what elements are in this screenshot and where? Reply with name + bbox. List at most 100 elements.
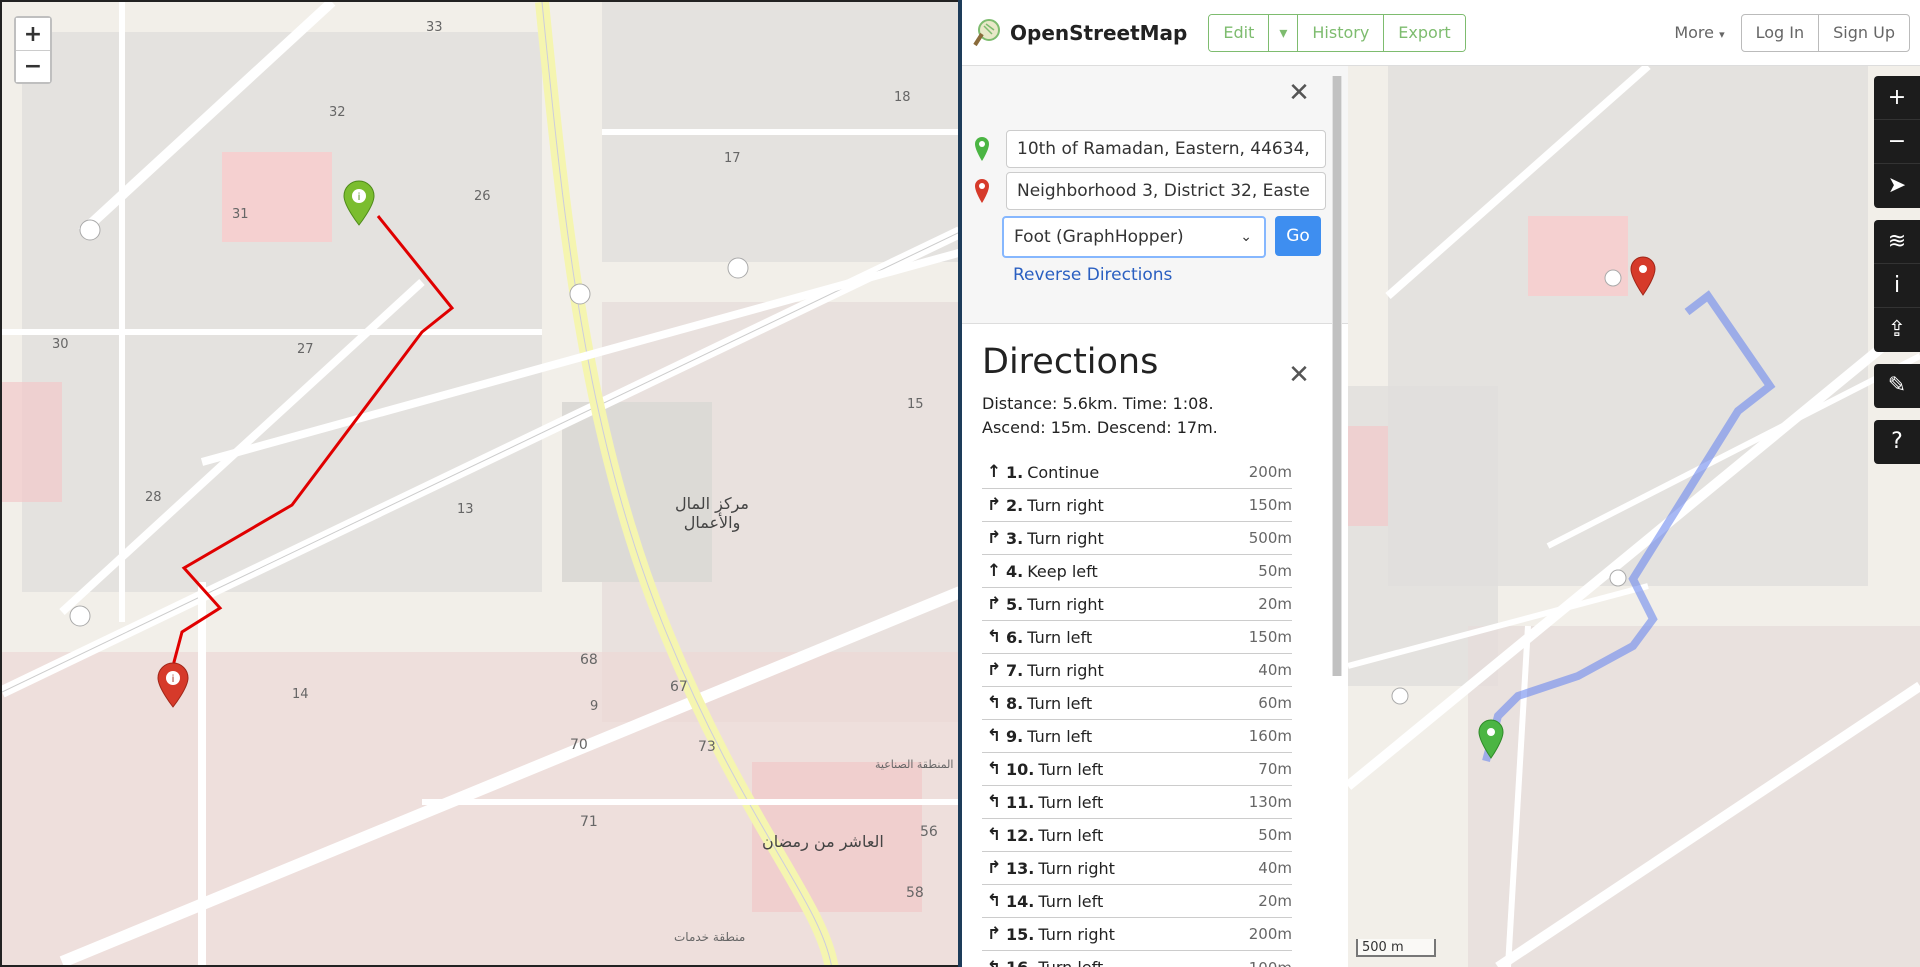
edit-dropdown-button[interactable]: ▾: [1269, 14, 1299, 51]
login-button[interactable]: Log In: [1742, 14, 1820, 51]
direction-step[interactable]: ↰ 12. Turn left 50m: [982, 819, 1292, 852]
turn-icon: ↰: [986, 825, 1002, 845]
step-number: 3.: [1006, 528, 1024, 548]
header: OpenStreetMap Edit ▾ History Export More…: [962, 0, 1920, 66]
district-number: 27: [297, 342, 314, 357]
direction-step[interactable]: ↑ 1. Continue 200m: [982, 456, 1292, 489]
zoom-in-button[interactable]: +: [16, 18, 50, 50]
route-to-input[interactable]: Neighborhood 3, District 32, Easte: [1006, 172, 1326, 210]
share-icon[interactable]: ⇪: [1874, 308, 1920, 352]
step-number: 7.: [1006, 660, 1024, 680]
step-number: 9.: [1006, 726, 1024, 746]
direction-step[interactable]: ↱ 15. Turn right 200m: [982, 918, 1292, 951]
export-button[interactable]: Export: [1384, 14, 1465, 51]
label-services-area: منطقة خدمات: [674, 930, 746, 944]
start-marker-icon[interactable]: i: [342, 180, 376, 226]
turn-icon: ↰: [986, 693, 1002, 713]
zoom-out-button[interactable]: −: [16, 50, 50, 82]
step-number: 4.: [1006, 561, 1024, 581]
turn-icon: ↰: [986, 891, 1002, 911]
direction-step[interactable]: ↰ 11. Turn left 130m: [982, 786, 1292, 819]
end-marker-icon[interactable]: i: [156, 662, 190, 708]
go-button[interactable]: Go: [1275, 216, 1321, 256]
district-number: 67: [670, 679, 688, 695]
osm-app: OpenStreetMap Edit ▾ History Export More…: [962, 0, 1920, 967]
auth-group: Log In Sign Up: [1740, 13, 1910, 52]
left-map-canvas[interactable]: [2, 2, 958, 967]
direction-step[interactable]: ↰ 9. Turn left 160m: [982, 720, 1292, 753]
end-pin-icon: [975, 179, 989, 203]
district-number: 9: [590, 699, 599, 714]
step-distance: 500m: [1248, 529, 1292, 547]
sidebar-scrollbar[interactable]: [1332, 76, 1342, 676]
step-distance: 200m: [1248, 925, 1292, 943]
left-map[interactable]: مركز المال والأعمال العاشر من رمضان منطق…: [0, 0, 958, 967]
turn-icon: ↱: [986, 924, 1002, 944]
start-marker-icon[interactable]: [1478, 719, 1504, 759]
close-directions-icon[interactable]: ✕: [1288, 362, 1310, 388]
direction-step[interactable]: ↰ 14. Turn left 20m: [982, 885, 1292, 918]
district-number: 68: [580, 652, 598, 668]
signup-button[interactable]: Sign Up: [1819, 15, 1909, 51]
step-distance: 40m: [1258, 661, 1292, 679]
step-distance: 150m: [1248, 496, 1292, 514]
step-number: 5.: [1006, 594, 1024, 614]
layers-icon[interactable]: ≋: [1874, 220, 1920, 264]
logo[interactable]: OpenStreetMap: [972, 18, 1187, 48]
legend-icon[interactable]: i: [1874, 264, 1920, 308]
edit-button[interactable]: Edit: [1209, 14, 1270, 51]
step-distance: 50m: [1258, 562, 1292, 580]
main-map[interactable]: + − ➤ ≋ i ⇪ ✎ ? 500 m: [1348, 66, 1920, 967]
step-instruction: Turn right: [1038, 858, 1115, 878]
direction-step[interactable]: ↱ 5. Turn right 20m: [982, 588, 1292, 621]
query-features-icon[interactable]: ?: [1874, 420, 1920, 464]
step-number: 10.: [1006, 759, 1035, 779]
history-button[interactable]: History: [1298, 14, 1385, 51]
svg-text:i: i: [172, 674, 175, 685]
direction-step[interactable]: ↰ 10. Turn left 70m: [982, 753, 1292, 786]
reverse-directions-link[interactable]: Reverse Directions: [1013, 265, 1172, 285]
district-number: 70: [570, 737, 588, 753]
direction-step[interactable]: ↱ 13. Turn right 40m: [982, 852, 1292, 885]
scrollbar-thumb[interactable]: [1333, 76, 1341, 676]
step-number: 13.: [1006, 858, 1035, 878]
add-note-icon[interactable]: ✎: [1874, 364, 1920, 408]
step-instruction: Turn right: [1027, 495, 1104, 515]
more-menu[interactable]: More ▾: [1674, 23, 1724, 42]
svg-text:i: i: [358, 192, 361, 203]
step-instruction: Turn right: [1038, 924, 1115, 944]
district-number: 32: [329, 105, 346, 120]
direction-step[interactable]: ↱ 7. Turn right 40m: [982, 654, 1292, 687]
step-number: 15.: [1006, 924, 1035, 944]
route-from-input[interactable]: 10th of Ramadan, Eastern, 44634,: [1006, 130, 1326, 168]
step-instruction: Turn right: [1027, 660, 1104, 680]
step-distance: 20m: [1258, 892, 1292, 910]
sidebar: ✕ 10th of Ramadan, Eastern, 44634, Neigh…: [962, 66, 1348, 967]
direction-step[interactable]: ↰16. Turn left 100m: [982, 951, 1292, 967]
direction-step[interactable]: ↱ 2. Turn right 150m: [982, 489, 1292, 522]
more-label: More: [1674, 23, 1714, 42]
zoom-out-icon[interactable]: −: [1874, 120, 1920, 164]
step-distance: 100m: [1249, 959, 1292, 967]
step-instruction: Turn left: [1038, 825, 1104, 845]
step-instruction: Turn left: [1027, 726, 1093, 746]
locate-icon[interactable]: ➤: [1874, 164, 1920, 208]
main-map-canvas[interactable]: [1348, 66, 1920, 967]
district-number: 73: [698, 739, 716, 755]
direction-step[interactable]: ↑ 4. Keep left 50m: [982, 555, 1292, 588]
end-marker-icon[interactable]: [1630, 256, 1656, 296]
direction-step[interactable]: ↰ 6. Turn left 150m: [982, 621, 1292, 654]
direction-step[interactable]: ↱ 3. Turn right 500m: [982, 522, 1292, 555]
routing-mode-select[interactable]: Foot (GraphHopper) ⌄: [1002, 216, 1266, 258]
close-route-form-icon[interactable]: ✕: [1288, 80, 1310, 106]
direction-step[interactable]: ↰ 8. Turn left 60m: [982, 687, 1292, 720]
directions-steps: ↑ 1. Continue 200m ↱ 2. Turn right 150m ↱ 3. Turn …: [982, 456, 1292, 967]
directions-panel: ✕ Directions Distance: 5.6km. Time: 1:08…: [962, 342, 1348, 967]
left-zoom-control: + −: [14, 16, 52, 84]
edit-group: Edit ▾ History Export: [1208, 13, 1466, 52]
query-control-group: ?: [1874, 420, 1920, 464]
zoom-in-icon[interactable]: +: [1874, 76, 1920, 120]
label-industrial-area: المنطقة الصناعية: [875, 758, 954, 771]
summary-ascend-descend: Ascend: 15m. Descend: 17m.: [982, 418, 1218, 437]
turn-icon: ↱: [986, 594, 1002, 614]
